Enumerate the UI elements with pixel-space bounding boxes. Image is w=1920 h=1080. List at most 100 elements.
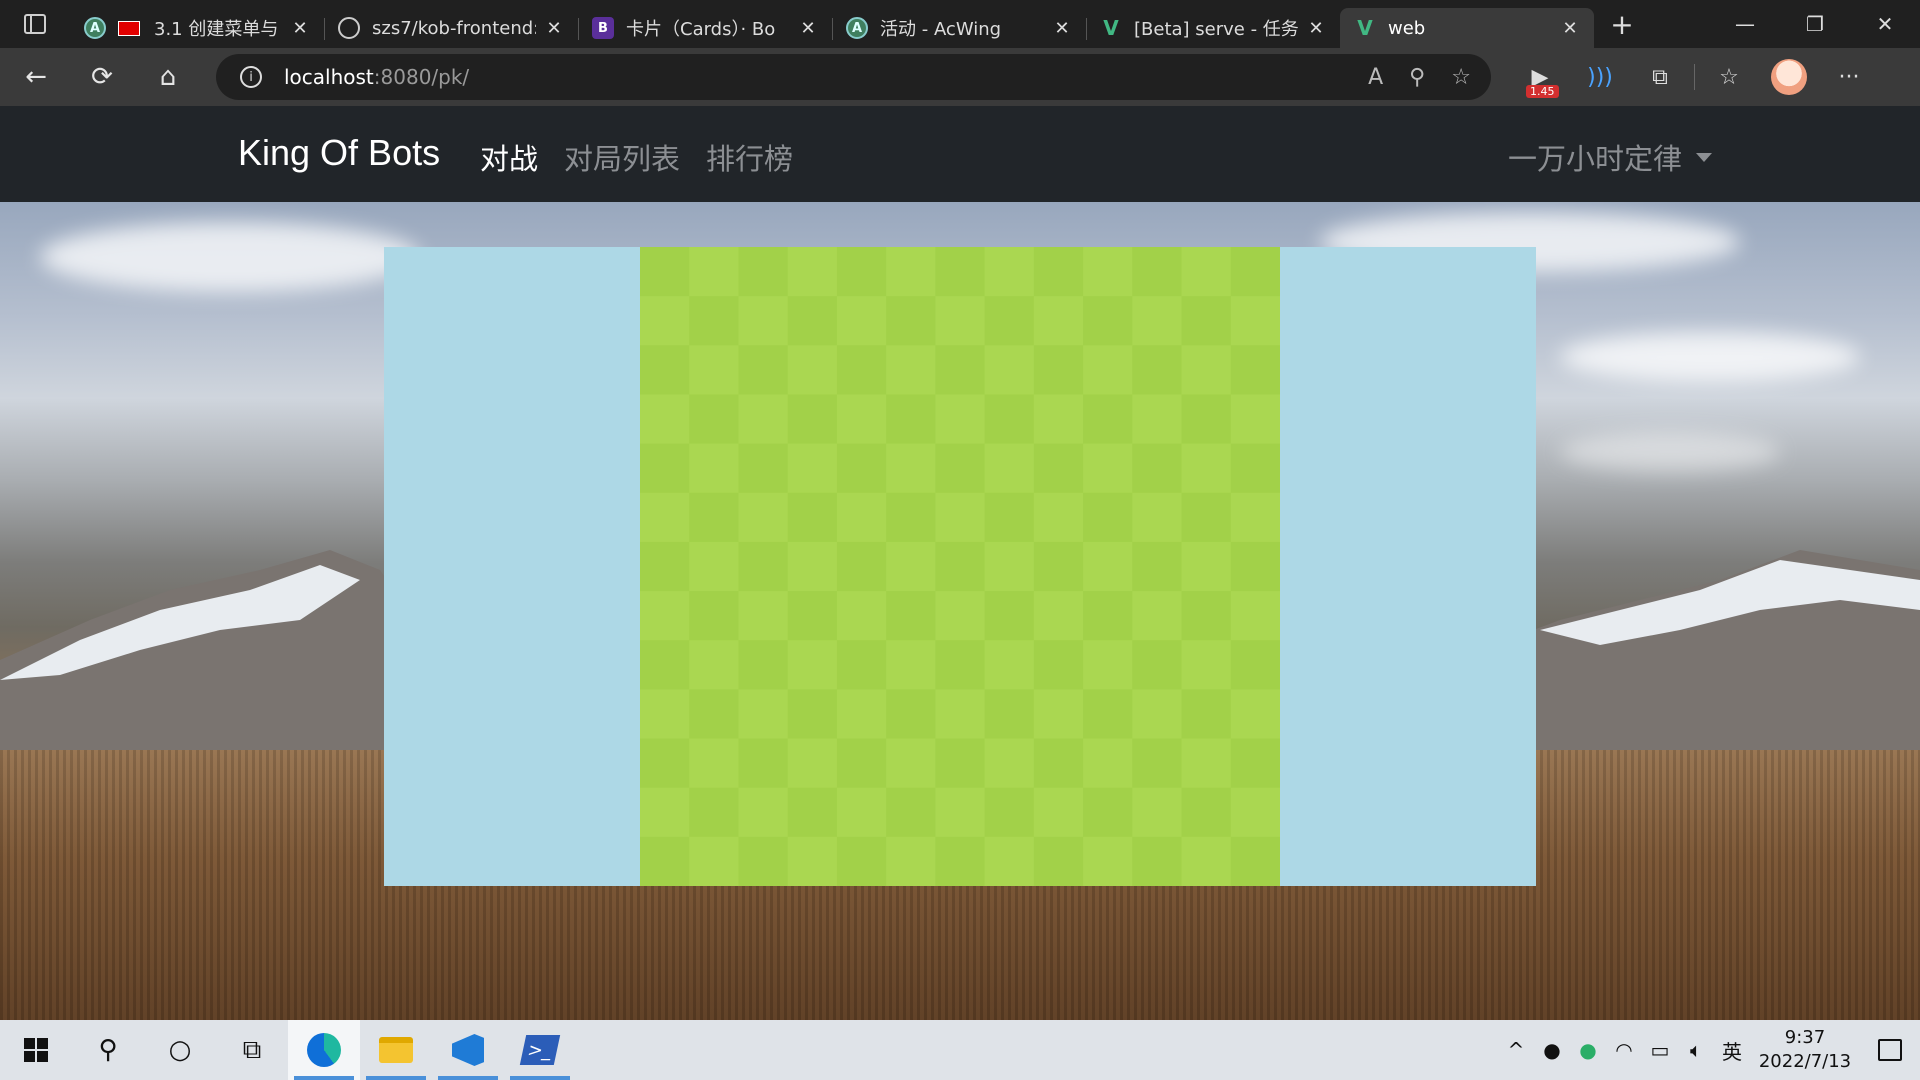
extension-icon[interactable]: ▶ 1.45 [1510,48,1570,106]
close-icon[interactable]: ✕ [290,18,310,39]
home-icon[interactable]: ⌂ [138,53,198,101]
tab-actions-button[interactable] [0,0,70,48]
cortana-icon[interactable]: ○ [144,1020,216,1080]
wifi-icon[interactable]: ◠ [1606,1038,1642,1062]
more-icon[interactable]: ··· [1819,48,1879,106]
map-cell [935,836,986,886]
map-cell [787,640,838,690]
add-favorite-icon[interactable]: ☆ [1451,65,1471,90]
close-icon[interactable]: ✕ [1306,18,1326,39]
map-cell [984,541,1035,592]
map-cell [787,492,838,543]
battery-icon[interactable]: ▭ [1642,1038,1678,1062]
restore-icon[interactable]: ❐ [1780,0,1850,48]
favorites-icon[interactable]: ☆ [1699,48,1759,106]
map-cell [787,541,838,592]
map-cell [640,443,690,494]
browser-tab[interactable]: A 3.1 创建菜单与 ✕ [70,8,324,48]
map-cell [984,738,1035,789]
map-cell [1033,640,1084,690]
minimize-icon[interactable]: — [1710,0,1780,48]
map-cell [1230,640,1280,690]
map-cell [886,443,936,494]
powershell-icon: >_ [519,1035,561,1065]
extensions-icon[interactable]: ⧉ [1630,48,1690,106]
start-button[interactable] [0,1020,72,1080]
back-icon[interactable]: ← [6,53,66,101]
nav-link-ranklist[interactable]: 排行榜 [706,136,793,178]
map-cell [935,591,986,641]
map-cell [738,689,789,740]
map-cell [1033,394,1084,445]
ime-indicator[interactable]: 英 [1714,1036,1750,1065]
map-cell [640,738,690,789]
map-cell [836,541,887,592]
profile-button[interactable] [1759,48,1819,106]
map-cell [886,394,936,445]
map-cell [1132,492,1183,543]
map-cell [1230,345,1280,395]
map-cell [1230,689,1280,740]
taskbar-powershell[interactable]: >_ [504,1020,576,1080]
zoom-icon[interactable]: ⚲ [1409,65,1425,90]
map-cell [886,345,936,395]
map-cell [689,640,739,690]
map-cell [738,296,789,346]
map-cell [1230,247,1280,297]
close-icon[interactable]: ✕ [1052,18,1072,39]
map-cell [1132,738,1183,789]
nav-link-records[interactable]: 对局列表 [564,136,680,178]
map-cell [836,296,887,346]
read-aloud-icon[interactable]: A [1368,65,1383,90]
map-cell [738,247,789,297]
map-cell [1181,296,1232,346]
nav-link-pk[interactable]: 对战 [480,136,538,178]
github-icon [338,17,360,39]
map-cell [1132,591,1183,641]
map-cell [689,738,739,789]
close-icon[interactable]: ✕ [798,18,818,39]
close-window-icon[interactable]: ✕ [1850,0,1920,48]
map-cell [1083,345,1133,395]
map-cell [1033,787,1084,838]
map-cell [1033,296,1084,346]
close-icon[interactable]: ✕ [544,18,564,39]
volume-icon[interactable]: 🔈︎ [1678,1038,1714,1062]
map-cell [787,591,838,641]
refresh-icon[interactable]: ⟳ [72,53,132,101]
chevron-up-icon[interactable]: ^ [1498,1038,1534,1062]
qq-icon[interactable]: ● [1534,1038,1570,1062]
brand-link[interactable]: King Of Bots [238,132,440,174]
taskbar-file-explorer[interactable] [360,1020,432,1080]
map-cell [1083,738,1133,789]
taskbar-edge[interactable] [288,1020,360,1080]
browser-tab[interactable]: B 卡片（Cards）· Bo ✕ [578,8,832,48]
browser-tab[interactable]: szs7/kob-frontend: ✕ [324,8,578,48]
vue-icon: V [1357,16,1373,40]
map-cell [1181,394,1232,445]
close-icon[interactable]: ✕ [1560,18,1580,39]
map-cell [935,640,986,690]
map-cell [1033,738,1084,789]
taskbar-vscode[interactable] [432,1020,504,1080]
browser-tab[interactable]: A 活动 - AcWing ✕ [832,8,1086,48]
map-cell [689,787,739,838]
browser-tab[interactable]: V [Beta] serve - 任务 ✕ [1086,8,1340,48]
map-cell [935,443,986,494]
read-mode-icon[interactable]: ))) [1570,48,1630,106]
user-dropdown[interactable]: 一万小时定律 [1508,136,1712,178]
toolbar-divider [1694,64,1695,90]
clock[interactable]: 9:37 2022/7/13 [1750,1026,1860,1074]
browser-tab-active[interactable]: V web ✕ [1340,8,1594,48]
new-tab-button[interactable]: + [1594,4,1650,44]
search-icon[interactable]: ⚲ [72,1020,144,1080]
task-view-icon[interactable]: ⧉ [216,1020,288,1080]
map-cell [836,345,887,395]
map-cell [640,541,690,592]
map-cell [787,345,838,395]
map-cell [836,640,887,690]
site-info-icon[interactable]: i [240,66,262,88]
wechat-icon[interactable]: ● [1570,1038,1606,1062]
notification-icon[interactable] [1860,1039,1920,1061]
address-bar[interactable]: i localhost:8080/pk/ A ⚲ ☆ [216,54,1491,100]
